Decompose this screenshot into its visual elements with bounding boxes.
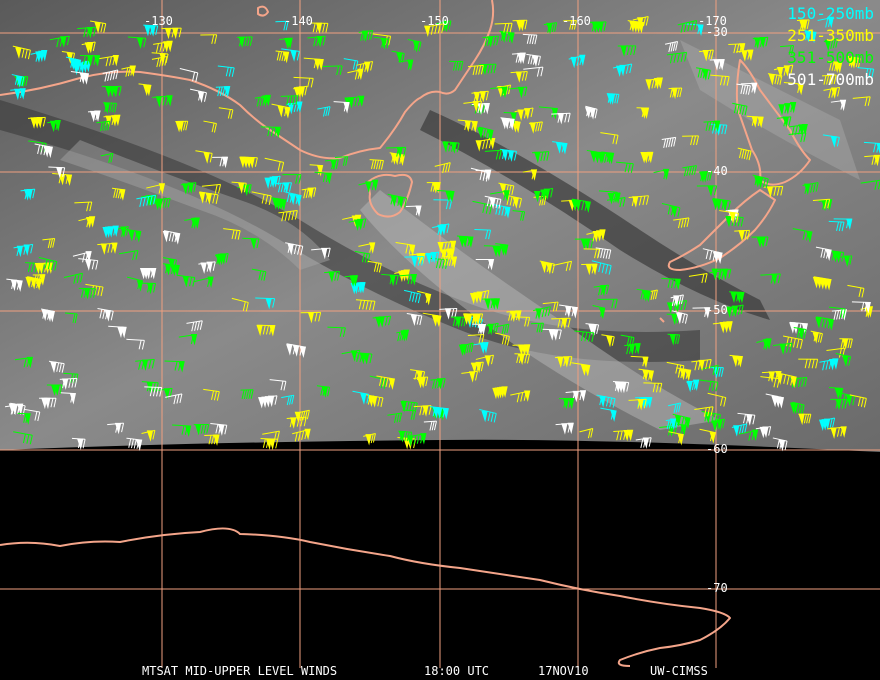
footer-bar: MTSAT MID-UPPER LEVEL WINDS 18:00 UTC 17… bbox=[0, 664, 880, 678]
wind-barb bbox=[102, 225, 119, 239]
legend-251-350: 251-350mb bbox=[787, 26, 874, 45]
latitude-label: -70 bbox=[706, 581, 728, 595]
longitude-label: -160 bbox=[562, 14, 591, 28]
longitude-label: -140 bbox=[284, 14, 313, 28]
wind-barb bbox=[492, 386, 508, 400]
latitude-label: -60 bbox=[706, 442, 728, 456]
latitude-label: -30 bbox=[706, 25, 728, 39]
legend-351-500: 351-500mb bbox=[787, 48, 874, 67]
longitude-label: -130 bbox=[144, 14, 173, 28]
footer-product: MTSAT MID-UPPER LEVEL WINDS bbox=[142, 664, 338, 678]
footer-source: UW-CIMSS bbox=[650, 664, 708, 678]
footer-time: 18:00 UTC bbox=[424, 664, 490, 678]
map-canvas bbox=[0, 0, 880, 668]
coastline-antarctica bbox=[0, 527, 731, 667]
latitude-label: -40 bbox=[706, 164, 728, 178]
legend-150-250: 150-250mb bbox=[787, 4, 874, 23]
legend-501-700: 501-700mb bbox=[787, 70, 874, 89]
wind-barb bbox=[139, 268, 157, 280]
satellite-wind-map: -130 -140 -150 -160 -170 -30 -40 -50 -60 -70 150… bbox=[0, 0, 880, 680]
footer-date: 17NOV10 bbox=[538, 664, 589, 678]
longitude-label: -150 bbox=[420, 14, 449, 28]
latitude-label: -50 bbox=[706, 303, 728, 317]
